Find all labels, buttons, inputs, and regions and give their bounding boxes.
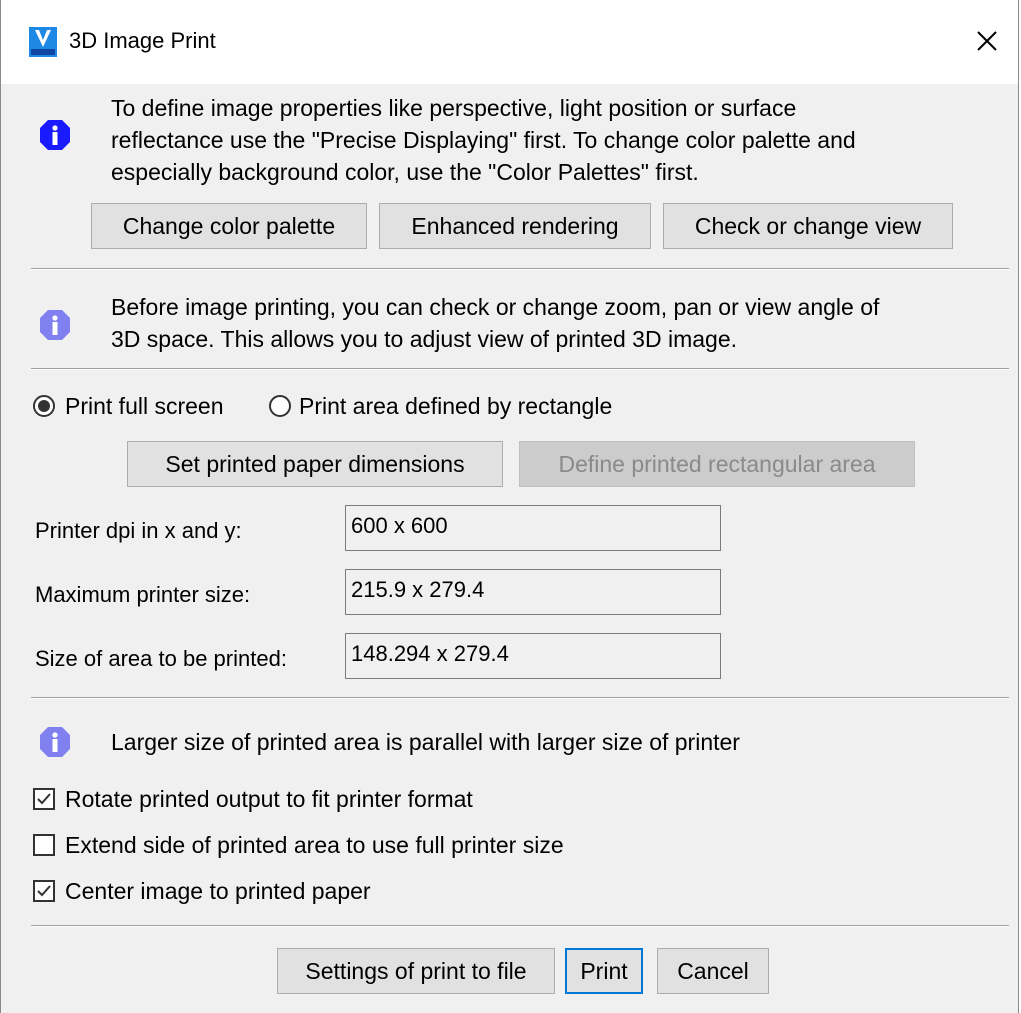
set-paper-dimensions-button[interactable]: Set printed paper dimensions	[127, 441, 503, 487]
info-icon	[40, 120, 70, 150]
info-text-line-3: especially background color, use the "Co…	[111, 159, 699, 185]
define-rectangular-area-button: Define printed rectangular area	[519, 441, 915, 487]
check-change-view-button[interactable]: Check or change view	[663, 203, 953, 249]
close-icon	[977, 31, 997, 51]
max-size-field[interactable]: 215.9 x 279.4	[345, 569, 721, 615]
extend-checkbox-label[interactable]: Extend side of printed area to use full …	[65, 832, 564, 859]
checkmark-icon	[37, 885, 51, 897]
title-bar[interactable]: 3D Image Print	[1, 0, 1018, 84]
rotate-checkbox-label[interactable]: Rotate printed output to fit printer for…	[65, 786, 473, 813]
dpi-label: Printer dpi in x and y:	[35, 518, 242, 543]
cancel-button[interactable]: Cancel	[657, 948, 769, 994]
radio-print-rectangle[interactable]	[269, 395, 291, 417]
dialog-window: 3D Image Print To define image propertie…	[0, 0, 1019, 1013]
close-button[interactable]	[956, 0, 1018, 84]
info3-text: Larger size of printed area is parallel …	[111, 729, 740, 755]
area-size-field[interactable]: 148.294 x 279.4	[345, 633, 721, 679]
settings-print-to-file-button[interactable]: Settings of print to file	[277, 948, 555, 994]
center-checkbox-label[interactable]: Center image to printed paper	[65, 878, 371, 905]
change-color-palette-button[interactable]: Change color palette	[91, 203, 367, 249]
info2-text-line-2: 3D space. This allows you to adjust view…	[111, 326, 737, 352]
area-size-label: Size of area to be printed:	[35, 646, 287, 671]
print-button[interactable]: Print	[565, 948, 643, 994]
enhanced-rendering-button[interactable]: Enhanced rendering	[379, 203, 651, 249]
info-text-line-1: To define image properties like perspect…	[111, 95, 797, 121]
center-checkbox[interactable]	[33, 880, 55, 902]
checkmark-icon	[37, 793, 51, 805]
rotate-checkbox[interactable]	[33, 788, 55, 810]
radio-label-full-screen[interactable]: Print full screen	[65, 393, 224, 420]
dpi-field[interactable]: 600 x 600	[345, 505, 721, 551]
info-icon	[40, 310, 70, 340]
separator	[31, 925, 1009, 927]
info-text-line-2: reflectance use the "Precise Displaying"…	[111, 127, 856, 153]
info-icon	[40, 727, 70, 757]
separator	[31, 697, 1009, 699]
radio-print-full-screen[interactable]	[33, 395, 55, 417]
separator	[31, 368, 1009, 370]
window-title: 3D Image Print	[69, 28, 216, 53]
info2-text-line-1: Before image printing, you can check or …	[111, 294, 880, 320]
radio-label-rectangle[interactable]: Print area defined by rectangle	[299, 393, 612, 420]
extend-checkbox[interactable]	[33, 834, 55, 856]
app-logo-icon	[29, 27, 57, 57]
max-size-label: Maximum printer size:	[35, 582, 251, 607]
separator	[31, 268, 1009, 270]
